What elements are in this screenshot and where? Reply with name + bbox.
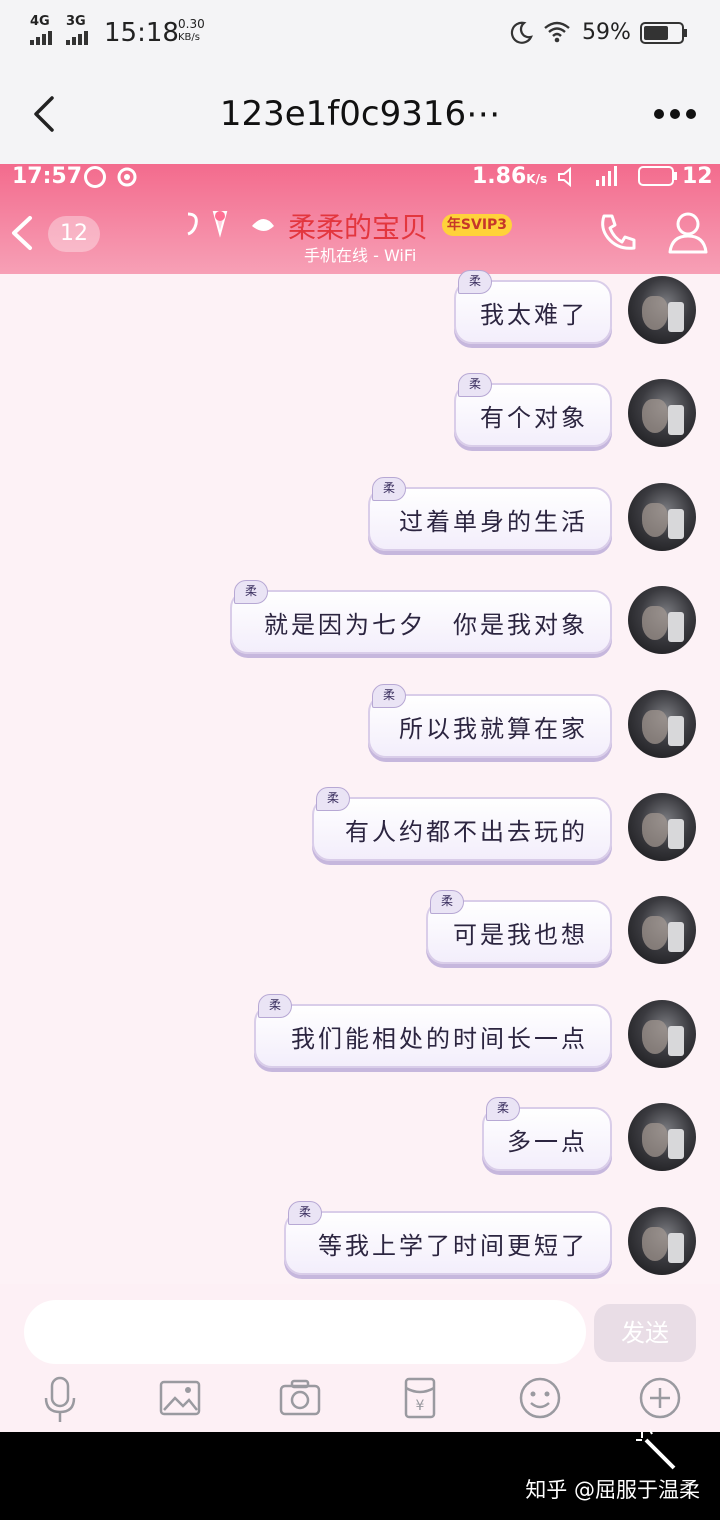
image-icon[interactable]	[158, 1376, 202, 1420]
phone-icon[interactable]	[596, 210, 640, 254]
avatar[interactable]	[628, 586, 696, 654]
message-bubble[interactable]: 柔我太难了	[454, 270, 612, 344]
inner-speed-unit: K/s	[526, 172, 548, 186]
camera-icon[interactable]	[278, 1376, 322, 1420]
message-bubble[interactable]: 柔所以我就算在家	[368, 684, 612, 758]
message-text: 等我上学了时间更短了	[318, 1231, 588, 1260]
net-speed-unit: KB/s	[178, 32, 200, 43]
chat-screenshot: 17:57 1.86K/s 12 12 柔柔的宝贝 年SVIP3 手机在线 - …	[0, 164, 720, 1432]
bubble-tag: 柔	[430, 890, 464, 914]
red-packet-icon[interactable]: ¥	[398, 1376, 442, 1420]
avatar[interactable]	[628, 379, 696, 447]
net-speed-value: 0.30	[178, 17, 205, 31]
inner-speed: 1.86K/s	[472, 164, 547, 189]
inner-battery-icon	[638, 166, 678, 186]
contact-name[interactable]: 柔柔的宝贝	[288, 206, 428, 246]
inner-battery-level: 12	[682, 164, 713, 189]
emoji-icon[interactable]	[518, 1376, 562, 1420]
avatar[interactable]	[628, 1103, 696, 1171]
network-3g-label: 3G	[66, 14, 86, 29]
plus-icon[interactable]	[638, 1376, 682, 1420]
decoration-icons	[182, 208, 278, 240]
message-text: 有个对象	[480, 403, 588, 432]
inner-status-icon	[84, 166, 106, 188]
svg-text:¥: ¥	[416, 1398, 425, 1414]
inner-clock: 17:57	[12, 164, 83, 189]
message-bubble[interactable]: 柔多一点	[482, 1097, 612, 1171]
zhihu-watermark: 知乎 @屈服于温柔	[525, 1478, 700, 1502]
bottom-bar: 知乎 @屈服于温柔	[0, 1429, 720, 1520]
message-bubble[interactable]: 柔有个对象	[454, 373, 612, 447]
inner-settings-icon	[116, 166, 138, 188]
mute-icon	[556, 166, 580, 188]
message-text: 所以我就算在家	[399, 714, 588, 743]
bubble-tag: 柔	[288, 1201, 322, 1225]
message-bubble[interactable]: 柔我们能相处的时间长一点	[254, 994, 612, 1068]
bubble-tag: 柔	[234, 580, 268, 604]
avatar[interactable]	[628, 1000, 696, 1068]
message-bubble[interactable]: 柔过着单身的生活	[368, 477, 612, 551]
message-text: 我太难了	[480, 300, 588, 329]
message-bubble[interactable]: 柔就是因为七夕 你是我对象	[230, 580, 612, 654]
vip-badge: 年SVIP3	[442, 214, 512, 236]
bubble-tag: 柔	[486, 1097, 520, 1121]
outer-page-title: 123e1f0c9316⋯	[219, 94, 501, 134]
outer-status-bar: 4G 3G 15:18 0.30 KB/s 59%	[0, 0, 720, 64]
more-dots-icon[interactable]	[650, 104, 700, 124]
avatar[interactable]	[628, 690, 696, 758]
chat-header: 17:57 1.86K/s 12 12 柔柔的宝贝 年SVIP3 手机在线 - …	[0, 164, 720, 274]
battery-icon	[640, 22, 688, 44]
signal-icon-1	[30, 30, 58, 45]
inner-signal-icon	[596, 166, 618, 186]
bubble-tag: 柔	[258, 994, 292, 1018]
inner-speed-value: 1.86	[472, 164, 527, 189]
profile-icon[interactable]	[666, 208, 710, 256]
message-text: 过着单身的生活	[399, 507, 588, 536]
avatar[interactable]	[628, 793, 696, 861]
battery-percent: 59%	[582, 20, 631, 45]
magic-wand-icon	[634, 1428, 680, 1474]
message-text: 可是我也想	[453, 920, 588, 949]
bubble-tag: 柔	[372, 477, 406, 501]
chevron-left-icon[interactable]	[26, 92, 62, 136]
microphone-icon[interactable]	[38, 1376, 82, 1422]
message-bubble[interactable]: 柔可是我也想	[426, 890, 612, 964]
message-input[interactable]	[24, 1300, 586, 1364]
avatar[interactable]	[628, 276, 696, 344]
send-button[interactable]: 发送	[594, 1304, 696, 1362]
bubble-tag: 柔	[316, 787, 350, 811]
message-text: 多一点	[507, 1127, 588, 1156]
message-text: 我们能相处的时间长一点	[291, 1024, 588, 1053]
message-bubble[interactable]: 柔等我上学了时间更短了	[284, 1201, 612, 1275]
bubble-tag: 柔	[458, 270, 492, 294]
message-bubble[interactable]: 柔有人约都不出去玩的	[312, 787, 612, 861]
outer-nav-bar: 123e1f0c9316⋯	[0, 64, 720, 164]
net-speed: 0.30 KB/s	[178, 18, 205, 44]
message-text: 有人约都不出去玩的	[345, 817, 588, 846]
unread-count-badge[interactable]: 12	[48, 216, 100, 252]
message-text: 就是因为七夕 你是我对象	[264, 610, 588, 639]
outer-clock: 15:18	[104, 18, 179, 48]
chat-back-icon[interactable]	[6, 212, 36, 254]
bubble-tag: 柔	[372, 684, 406, 708]
avatar[interactable]	[628, 896, 696, 964]
wifi-icon	[542, 20, 572, 44]
moon-icon	[508, 20, 534, 46]
bubble-tag: 柔	[458, 373, 492, 397]
online-status: 手机在线 - WiFi	[304, 246, 417, 265]
network-4g-label: 4G	[30, 14, 50, 29]
signal-icon-2	[66, 30, 94, 45]
avatar[interactable]	[628, 1207, 696, 1275]
avatar[interactable]	[628, 483, 696, 551]
